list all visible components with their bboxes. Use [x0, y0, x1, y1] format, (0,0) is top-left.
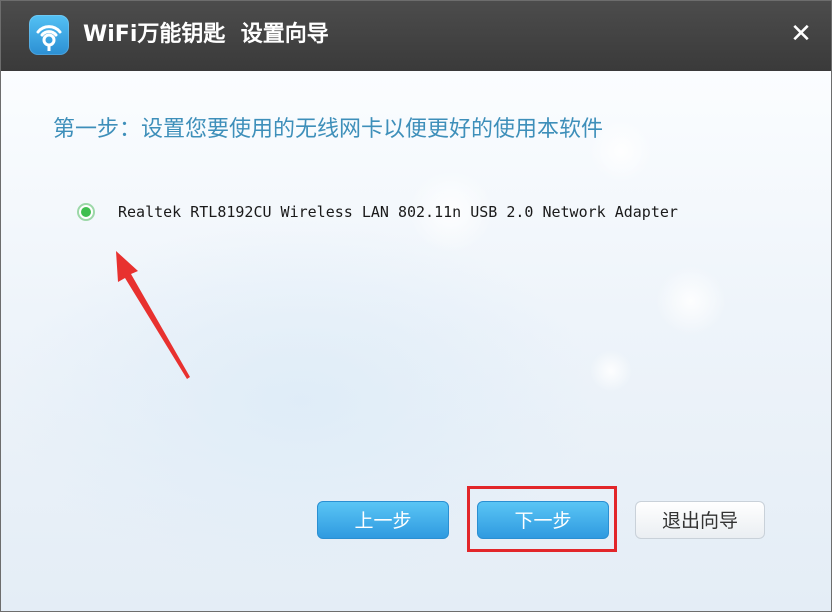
window-title: WiFi万能钥匙 设置向导 — [83, 19, 329, 51]
dialog-title: 设置向导 — [240, 22, 329, 47]
close-button[interactable]: ✕ — [781, 15, 821, 55]
wizard-window: WiFi万能钥匙 设置向导 ✕ 第一步：设置您要使用的无线网卡以便更好的使用本软… — [0, 0, 832, 612]
red-arrow-annotation — [116, 251, 190, 379]
adapter-label: Realtek RTL8192CU Wireless LAN 802.11n U… — [118, 203, 678, 221]
highlight-annotation-box — [467, 486, 617, 552]
exit-wizard-button[interactable]: 退出向导 — [635, 501, 765, 539]
step-heading: 第一步：设置您要使用的无线网卡以便更好的使用本软件 — [53, 117, 604, 142]
close-icon: ✕ — [790, 19, 812, 49]
adapter-option[interactable]: Realtek RTL8192CU Wireless LAN 802.11n U… — [77, 200, 678, 224]
wifi-key-icon — [29, 15, 69, 55]
title-bar[interactable]: WiFi万能钥匙 设置向导 ✕ — [1, 1, 831, 71]
adapter-radio-button[interactable] — [77, 203, 95, 221]
app-name: WiFi万能钥匙 — [83, 22, 226, 47]
previous-step-button[interactable]: 上一步 — [317, 501, 449, 539]
